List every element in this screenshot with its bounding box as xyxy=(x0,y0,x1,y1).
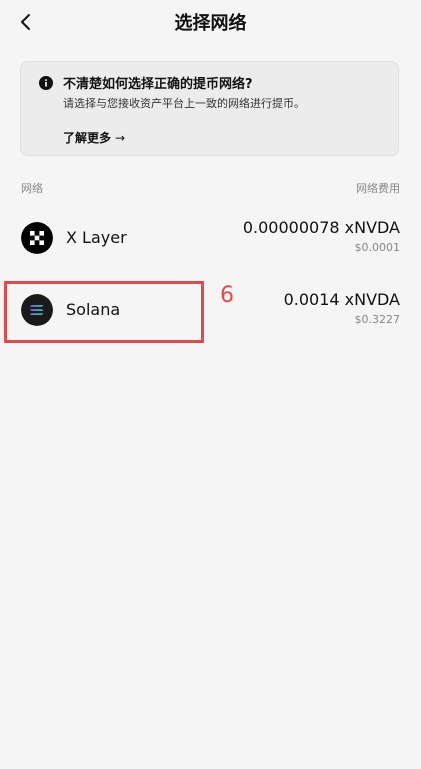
info-icon xyxy=(39,76,53,90)
x-layer-logo-icon xyxy=(21,222,53,254)
info-card: 不清楚如何选择正确的提币网络? 请选择与您接收资产平台上一致的网络进行提币。 了… xyxy=(20,61,399,156)
network-name: X Layer xyxy=(66,228,127,247)
page-title: 选择网络 xyxy=(174,13,247,34)
fee-amount: 0.0014 xNVDA xyxy=(283,290,400,309)
learn-more-label: 了解更多 xyxy=(63,131,112,145)
header: 选择网络 xyxy=(0,0,421,44)
network-column-label: 网络 xyxy=(21,182,43,195)
fee-usd: $0.0001 xyxy=(354,241,401,254)
solana-logo-icon xyxy=(21,294,53,326)
fee-usd: $0.3227 xyxy=(354,313,401,326)
info-description: 请选择与您接收资产平台上一致的网络进行提币。 xyxy=(63,97,305,110)
network-name: Solana xyxy=(66,300,121,319)
fee-amount: 0.00000078 xNVDA xyxy=(242,218,400,237)
network-row-solana[interactable]: Solana 0.0014 xNVDA $0.3227 xyxy=(0,278,421,342)
fee-column-label: 网络费用 xyxy=(356,182,400,195)
network-row-x-layer[interactable]: X Layer 0.00000078 xNVDA $0.0001 xyxy=(0,206,421,270)
learn-more-link[interactable]: 了解更多 → xyxy=(63,129,125,146)
arrow-right-icon: → xyxy=(115,131,126,145)
info-title: 不清楚如何选择正确的提币网络? xyxy=(63,77,253,92)
